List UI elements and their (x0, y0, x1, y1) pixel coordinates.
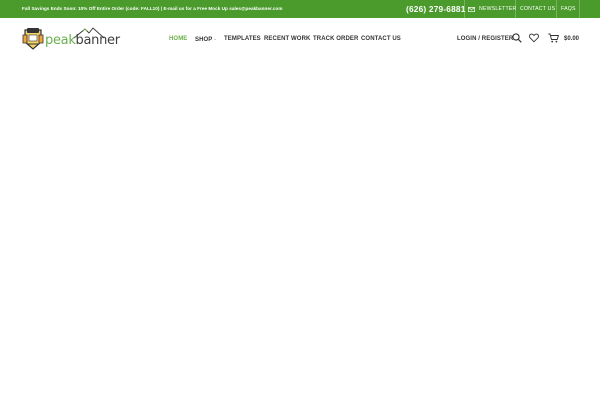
logo-word-left: peak (45, 33, 76, 48)
faqs-link[interactable]: FAQS (561, 0, 576, 18)
nav-shop-label: SHOP (195, 37, 213, 43)
promo-text: Fall Savings Ends Soon: 10% Off Entire O… (22, 6, 283, 11)
cart-icon[interactable] (548, 33, 559, 43)
phone-number[interactable]: (626) 279-6881 (406, 0, 466, 18)
heart-icon[interactable] (529, 33, 539, 43)
anniversary-badge-icon (22, 28, 44, 50)
search-icon[interactable] (512, 33, 522, 43)
topbar-divider (464, 0, 465, 18)
top-announcement-bar: Fall Savings Ends Soon: 10% Off Entire O… (0, 0, 600, 18)
chevron-down-icon: ⌄ (213, 36, 217, 41)
topbar-divider (579, 0, 580, 18)
nav-recent-work[interactable]: RECENT WORK (264, 18, 310, 60)
newsletter-link[interactable]: NEWSLETTER (468, 0, 516, 18)
cart-total[interactable]: $0.00 (564, 18, 579, 60)
mail-icon (468, 6, 475, 12)
logo-wordmark: peakbanner (45, 33, 120, 48)
site-logo[interactable]: peakbanner (22, 27, 120, 51)
login-register-link[interactable]: LOGIN / REGISTER (457, 18, 513, 60)
logo-word-right: banner (75, 33, 121, 48)
nav-track-order[interactable]: TRACK ORDER (313, 18, 358, 60)
newsletter-label: NEWSLETTER (479, 6, 517, 12)
nav-templates[interactable]: TEMPLATES (224, 18, 261, 60)
nav-shop[interactable]: SHOP⌄ (195, 18, 217, 60)
topbar-contact-link[interactable]: CONTACT US (520, 0, 555, 18)
topbar-divider (515, 0, 516, 18)
nav-home[interactable]: HOME (169, 18, 187, 60)
page-content-area (0, 60, 600, 400)
topbar-divider (556, 0, 557, 18)
nav-contact-us[interactable]: CONTACT US (361, 18, 401, 60)
site-header: peakbanner HOME SHOP⌄ TEMPLATES RECENT W… (0, 18, 600, 60)
